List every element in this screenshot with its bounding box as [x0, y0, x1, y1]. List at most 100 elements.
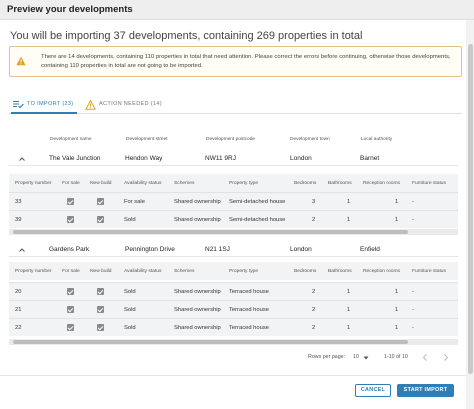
col-property-type[interactable]: Property type: [229, 181, 258, 186]
development-row[interactable]: Gardens Park Pennington Drive N21 1SJ Lo…: [9, 243, 458, 257]
new-build-checkbox[interactable]: [97, 306, 104, 313]
col-schemes[interactable]: Schemes: [174, 181, 194, 186]
availability-status: Sold: [124, 289, 136, 295]
start-import-button[interactable]: START IMPORT: [397, 384, 454, 397]
for-sale-checkbox[interactable]: [67, 288, 74, 295]
caret-down-icon[interactable]: [363, 355, 369, 361]
col-development-name[interactable]: Development name: [50, 137, 92, 142]
col-availability-status[interactable]: Availability status: [124, 181, 161, 186]
page-range: 1-10 of 10: [384, 354, 408, 360]
reception-rooms: 1: [395, 199, 399, 205]
chevron-up-icon[interactable]: [18, 155, 26, 163]
bathrooms: 1: [347, 289, 351, 295]
development-postcode: NW11 9RJ: [205, 155, 236, 162]
property-number: 33: [15, 199, 22, 205]
developments-grid: Development name Development street Deve…: [9, 136, 458, 348]
bedrooms: 2: [312, 325, 316, 331]
tab-action-needed-label: ACTION NEEDED (14): [99, 101, 162, 107]
reception-rooms: 1: [395, 325, 399, 331]
horizontal-scrollbar[interactable]: [9, 229, 458, 235]
for-sale-checkbox[interactable]: [67, 216, 74, 223]
new-build-checkbox[interactable]: [97, 198, 104, 205]
for-sale-checkbox[interactable]: [67, 306, 74, 313]
col-development-street[interactable]: Development street: [126, 137, 168, 142]
reception-rooms: 1: [395, 289, 399, 295]
table-row[interactable]: 22 Sold Shared ownership Terraced house …: [9, 318, 458, 336]
reception-rooms: 1: [395, 307, 399, 313]
property-number: 22: [15, 325, 22, 331]
for-sale-checkbox[interactable]: [67, 324, 74, 331]
tab-action-needed[interactable]: ACTION NEEDED (14): [83, 98, 162, 114]
col-new-build[interactable]: New build: [90, 181, 111, 186]
table-row[interactable]: 21 Sold Shared ownership Terraced house …: [9, 300, 458, 318]
development-authority: Barnet: [360, 155, 380, 162]
col-development-postcode[interactable]: Development postcode: [206, 137, 255, 142]
chevron-up-icon[interactable]: [18, 246, 26, 254]
col-for-sale[interactable]: For sale: [62, 269, 80, 274]
scheme: Shared ownership: [174, 325, 221, 331]
col-bedrooms[interactable]: Bedrooms: [294, 181, 316, 186]
tab-to-import[interactable]: TO IMPORT (23): [11, 98, 77, 114]
rows-per-page-select[interactable]: 10: [353, 354, 359, 360]
col-development-town[interactable]: Development town: [290, 137, 330, 142]
col-property-number[interactable]: Property number: [15, 181, 51, 186]
new-build-checkbox[interactable]: [97, 288, 104, 295]
table-row[interactable]: 39 Sold Shared ownership Semi-detached h…: [9, 210, 458, 228]
import-summary: You will be importing 37 developments, c…: [10, 30, 363, 42]
scheme: Shared ownership: [174, 199, 221, 205]
horizontal-scrollbar-thumb[interactable]: [13, 340, 408, 344]
availability-status: Sold: [124, 325, 136, 331]
new-build-checkbox[interactable]: [97, 216, 104, 223]
development-row[interactable]: The Vale Junction Hendon Way NW11 9RJ Lo…: [9, 152, 458, 166]
property-type: Terraced house: [229, 325, 269, 331]
col-local-authority[interactable]: Local authority: [361, 137, 392, 142]
col-property-type[interactable]: Property type: [229, 269, 258, 274]
col-reception-rooms[interactable]: Reception rooms: [363, 269, 400, 274]
col-new-build[interactable]: New build: [90, 269, 111, 274]
warning-icon: [16, 56, 26, 66]
warning-icon: [85, 100, 96, 110]
dialog-title: Preview your developments: [7, 4, 133, 15]
bathrooms: 1: [347, 307, 351, 313]
vertical-scrollbar[interactable]: [466, 20, 474, 409]
col-reception-rooms[interactable]: Reception rooms: [363, 181, 400, 186]
col-for-sale[interactable]: For sale: [62, 181, 80, 186]
furniture-status: -: [412, 307, 414, 313]
furniture-status: -: [412, 217, 414, 223]
table-row[interactable]: 33 For sale Shared ownership Semi-detach…: [9, 192, 458, 210]
property-column-headers: Property number For sale New build Avail…: [9, 262, 458, 280]
col-furniture-status[interactable]: Furniture status: [412, 269, 446, 274]
for-sale-checkbox[interactable]: [67, 198, 74, 205]
chevron-right-icon[interactable]: [443, 354, 449, 361]
col-bedrooms[interactable]: Bedrooms: [294, 269, 316, 274]
dialog-titlebar: Preview your developments: [0, 0, 474, 20]
tab-to-import-label: TO IMPORT (23): [27, 101, 74, 107]
col-bathrooms[interactable]: Bathrooms: [328, 269, 352, 274]
bathrooms: 1: [347, 199, 351, 205]
property-type: Terraced house: [229, 289, 269, 295]
col-property-number[interactable]: Property number: [15, 269, 51, 274]
chevron-left-icon[interactable]: [422, 354, 428, 361]
development-name: Gardens Park: [49, 246, 90, 253]
horizontal-scrollbar[interactable]: [9, 339, 458, 345]
vertical-scrollbar-thumb[interactable]: [468, 44, 473, 374]
development-authority: Enfield: [360, 246, 380, 253]
pagination: Rows per page: 10 1-10 of 10: [0, 354, 466, 366]
development-street: Hendon Way: [125, 155, 163, 162]
availability-status: Sold: [124, 217, 136, 223]
development-postcode: N21 1SJ: [205, 246, 230, 253]
property-number: 39: [15, 217, 22, 223]
horizontal-scrollbar-thumb[interactable]: [13, 230, 408, 234]
table-row[interactable]: 20 Sold Shared ownership Terraced house …: [9, 282, 458, 300]
availability-status: Sold: [124, 307, 136, 313]
col-furniture-status[interactable]: Furniture status: [412, 181, 446, 186]
furniture-status: -: [412, 199, 414, 205]
cancel-button[interactable]: CANCEL: [355, 384, 391, 397]
warning-text: There are 14 developments, containing 11…: [41, 54, 451, 69]
new-build-checkbox[interactable]: [97, 324, 104, 331]
property-column-headers: Property number For sale New build Avail…: [9, 174, 458, 192]
col-availability-status[interactable]: Availability status: [124, 269, 161, 274]
col-bathrooms[interactable]: Bathrooms: [328, 181, 352, 186]
col-schemes[interactable]: Schemes: [174, 269, 194, 274]
reception-rooms: 1: [395, 217, 399, 223]
